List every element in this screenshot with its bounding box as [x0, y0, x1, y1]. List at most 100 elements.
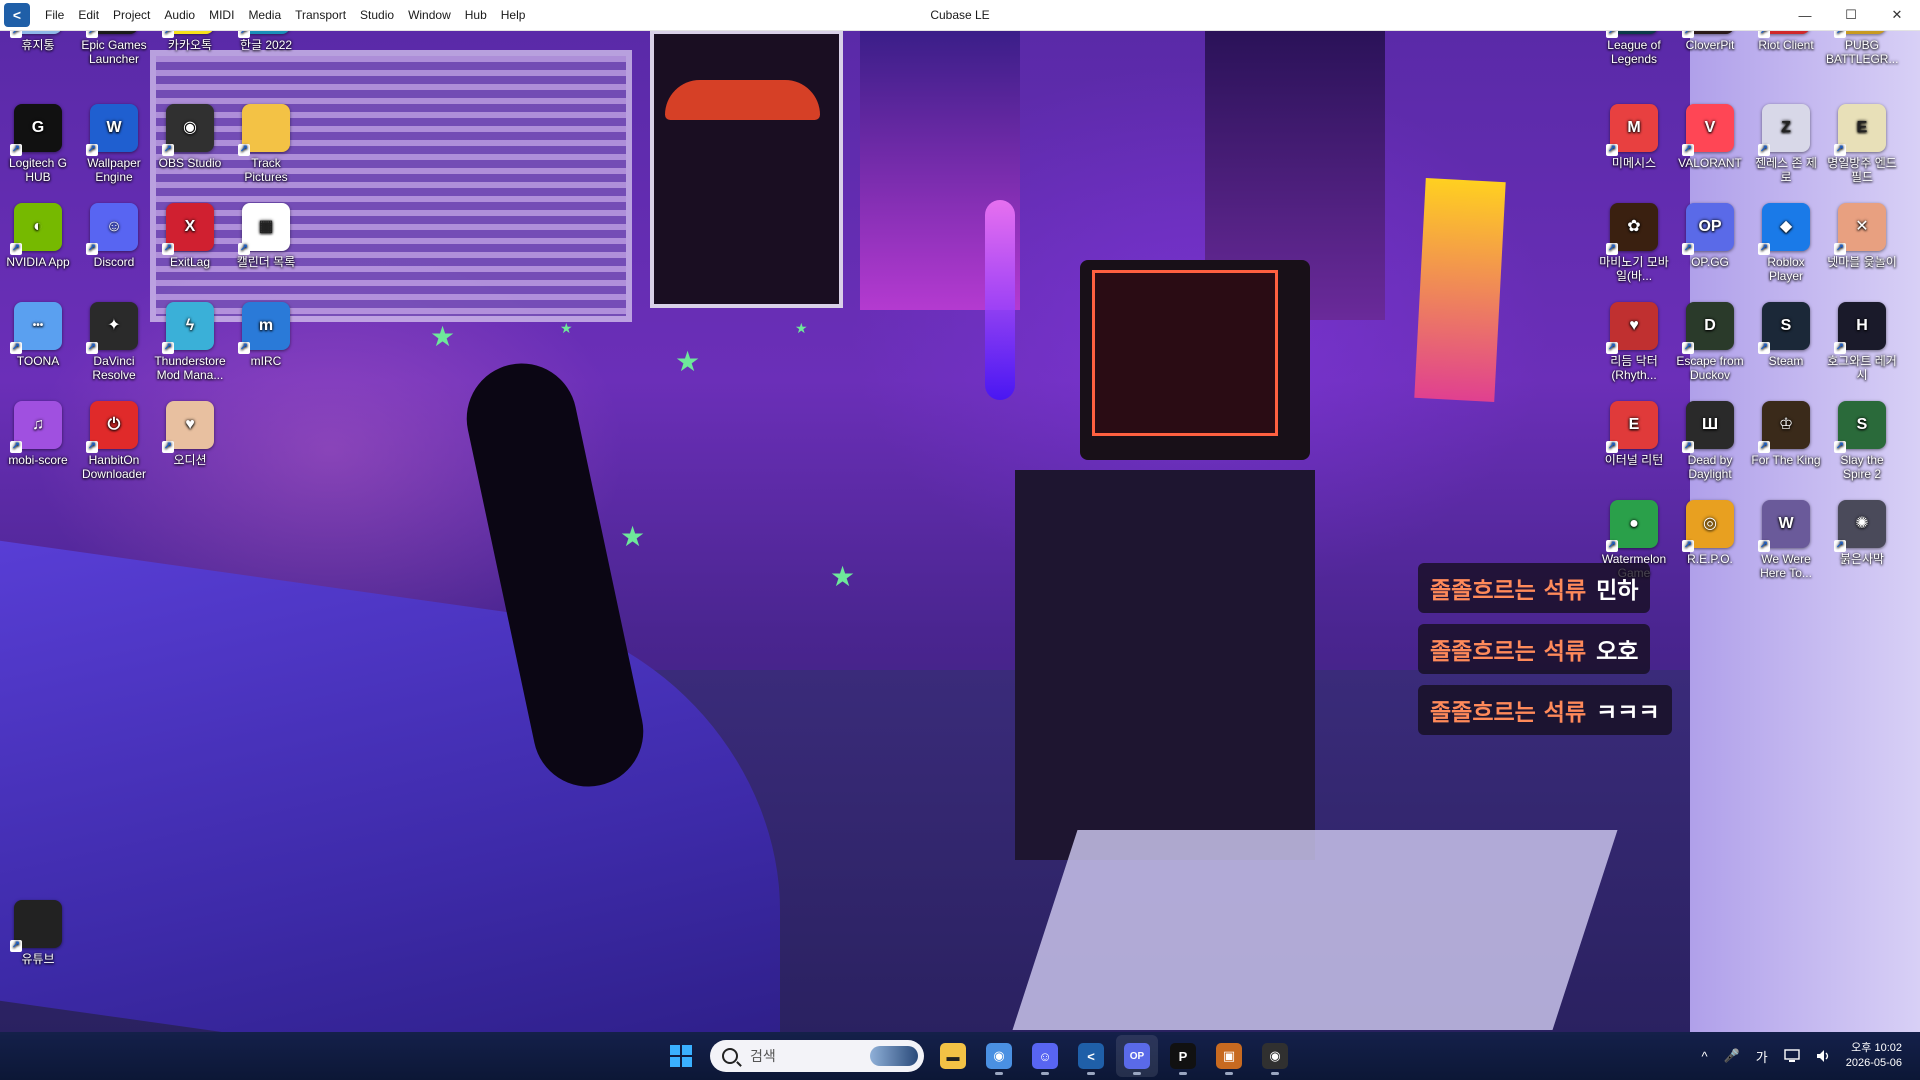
shortcut-arrow-icon: ↗: [10, 243, 22, 255]
menu-file[interactable]: File: [38, 0, 71, 30]
desktop-shortcut[interactable]: ✺ ↗ 붉은사막: [1826, 500, 1898, 566]
icon-glyph: S: [1780, 317, 1792, 334]
icon-glyph: Z: [1781, 119, 1791, 136]
menu-media[interactable]: Media: [241, 0, 288, 30]
search-highlight-image: [870, 1046, 918, 1066]
chat-message-row: 졸졸흐르는 석류 민하: [1418, 563, 1672, 624]
menu-transport[interactable]: Transport: [288, 0, 353, 30]
shortcut-label: 한글 2022: [239, 38, 293, 52]
desktop-shortcut[interactable]: H ↗ 호그와트 레거시: [1826, 302, 1898, 382]
desktop-shortcut[interactable]: V ↗ VALORANT: [1674, 104, 1746, 170]
taskbar-app-file-explorer[interactable]: ▬: [932, 1035, 974, 1077]
desktop-shortcut[interactable]: ◎ ↗ R.E.P.O.: [1674, 500, 1746, 566]
desktop-shortcut[interactable]: ✦ ↗ DaVinci Resolve: [78, 302, 150, 382]
wallpaper-tv-cabinet: [1015, 470, 1315, 860]
close-button[interactable]: ✕: [1874, 0, 1920, 30]
microphone-icon[interactable]: 🎤: [1724, 1048, 1740, 1064]
menu-hub[interactable]: Hub: [458, 0, 494, 30]
cubase-logo-icon[interactable]: <: [4, 3, 30, 27]
youtube-folder-icon: ↗: [10, 900, 62, 952]
desktop-shortcut[interactable]: S ↗ Steam: [1750, 302, 1822, 368]
desktop-shortcut[interactable]: W ↗ Wallpaper Engine: [78, 104, 150, 184]
desktop-shortcut[interactable]: ▦ ↗ 캘린더 목록: [230, 203, 302, 269]
shortcut-label: 유튜브: [21, 952, 55, 966]
shortcut-arrow-icon: ↗: [1606, 144, 1618, 156]
maximize-button[interactable]: ☐: [1828, 0, 1874, 30]
minimize-button[interactable]: —: [1782, 0, 1828, 30]
shortcut-label: 카카오톡: [167, 38, 213, 52]
desktop-shortcut[interactable]: X ↗ ExitLag: [154, 203, 226, 269]
shortcut-label: Thunderstore Mod Mana...: [154, 354, 226, 382]
desktop-shortcut[interactable]: ◆ ↗ Roblox Player: [1750, 203, 1822, 283]
taskbar-app-pixel-app[interactable]: P: [1162, 1035, 1204, 1077]
wallpaper-star: ★: [620, 521, 646, 552]
shortcut-arrow-icon: ↗: [1834, 441, 1846, 453]
desktop-shortcut[interactable]: ◐ ↗ NVIDIA App: [2, 203, 74, 269]
menu-edit[interactable]: Edit: [71, 0, 106, 30]
shortcut-arrow-icon: ↗: [1834, 243, 1846, 255]
shortcut-arrow-icon: ↗: [86, 441, 98, 453]
desktop-shortcut[interactable]: Z ↗ 젠레스 존 제로: [1750, 104, 1822, 184]
tray-overflow-chevron-icon[interactable]: ^: [1701, 1049, 1707, 1064]
wallpaper-star: ★: [560, 320, 573, 336]
desktop-shortcut[interactable]: E ↗ 명일방주 엔드필드: [1826, 104, 1898, 184]
taskbar-app-discord[interactable]: ☺: [1024, 1035, 1066, 1077]
menu-studio[interactable]: Studio: [353, 0, 401, 30]
menu-project[interactable]: Project: [106, 0, 157, 30]
slay-the-spire-icon: S ↗: [1834, 401, 1886, 453]
desktop-shortcut[interactable]: G ↗ Logitech G HUB: [2, 104, 74, 184]
desktop-shortcut[interactable]: W ↗ We Were Here To...: [1750, 500, 1822, 580]
desktop-shortcut[interactable]: E ↗ 이터널 리턴: [1598, 401, 1670, 467]
desktop-shortcut[interactable]: ✿ ↗ 마비노기 모바일(바...: [1598, 203, 1670, 283]
desktop-shortcut[interactable]: ↗ 유튜브: [2, 900, 74, 966]
start-button[interactable]: [660, 1035, 702, 1077]
desktop-shortcut[interactable]: m ↗ mIRC: [230, 302, 302, 368]
shortcut-arrow-icon: ↗: [10, 441, 22, 453]
desktop-shortcut[interactable]: Ш ↗ Dead by Daylight: [1674, 401, 1746, 481]
menu-help[interactable]: Help: [494, 0, 533, 30]
audition-icon: ♥ ↗: [162, 401, 214, 453]
taskbar-app-cubase[interactable]: <: [1070, 1035, 1112, 1077]
wallpaper-engine-icon: W ↗: [86, 104, 138, 156]
taskbar-app-opgg[interactable]: OP: [1116, 1035, 1158, 1077]
running-indicator: [1271, 1072, 1279, 1075]
desktop-shortcut[interactable]: ✕ ↗ 넷마블 윷놀이: [1826, 203, 1898, 269]
network-icon[interactable]: [1784, 1049, 1800, 1063]
taskbar-app-chrome[interactable]: ◉: [978, 1035, 1020, 1077]
desktop-shortcut[interactable]: ♔ ↗ For The King: [1750, 401, 1822, 467]
desktop-shortcut[interactable]: ↗ Track Pictures: [230, 104, 302, 184]
desktop-shortcut[interactable]: ◉ ↗ OBS Studio: [154, 104, 226, 170]
desktop-shortcut[interactable]: ♥ ↗ 리듬 닥터 (Rhyth...: [1598, 302, 1670, 382]
volume-icon[interactable]: [1816, 1049, 1832, 1063]
menu-midi[interactable]: MIDI: [202, 0, 241, 30]
desktop-shortcut[interactable]: ⏻ ↗ HanbitOn Downloader: [78, 401, 150, 481]
shortcut-arrow-icon: ↗: [1682, 441, 1694, 453]
desktop-shortcut[interactable]: ••• ↗ TOONA: [2, 302, 74, 368]
desktop-shortcut[interactable]: ♥ ↗ 오디션: [154, 401, 226, 467]
wallpaper-poster-jurassic: [650, 30, 843, 308]
icon-glyph: ●: [1629, 515, 1639, 532]
wallpaper-star: ★: [430, 321, 456, 352]
ime-indicator[interactable]: 가: [1756, 1047, 1768, 1066]
desktop-shortcut[interactable]: ♫ ↗ mobi-score: [2, 401, 74, 467]
taskbar-search-box[interactable]: 검색: [710, 1040, 924, 1072]
menu-window[interactable]: Window: [401, 0, 458, 30]
search-icon: [722, 1048, 738, 1064]
running-indicator: [995, 1072, 1003, 1075]
folder-icon: ↗: [238, 104, 290, 156]
chat-message: 졸졸흐르는 석류 ㅋㅋㅋ: [1418, 685, 1672, 735]
taskbar-app-game-app[interactable]: ▣: [1208, 1035, 1250, 1077]
taskbar-clock[interactable]: 오후 10:02 2026-05-06: [1846, 1041, 1902, 1071]
desktop-shortcut[interactable]: ϟ ↗ Thunderstore Mod Mana...: [154, 302, 226, 382]
desktop-shortcut[interactable]: M ↗ 미메시스: [1598, 104, 1670, 170]
crimson-desert-icon: ✺ ↗: [1834, 500, 1886, 552]
desktop-shortcut[interactable]: ☺ ↗ Discord: [78, 203, 150, 269]
taskbar-app-obs[interactable]: ◉: [1254, 1035, 1296, 1077]
desktop-shortcut[interactable]: D ↗ Escape from Duckov: [1674, 302, 1746, 382]
icon-glyph: ◎: [1703, 515, 1717, 532]
shortcut-arrow-icon: ↗: [1758, 342, 1770, 354]
desktop-shortcut[interactable]: S ↗ Slay the Spire 2: [1826, 401, 1898, 481]
running-indicator: [1133, 1072, 1141, 1075]
desktop-shortcut[interactable]: OP ↗ OP.GG: [1674, 203, 1746, 269]
menu-audio[interactable]: Audio: [157, 0, 202, 30]
